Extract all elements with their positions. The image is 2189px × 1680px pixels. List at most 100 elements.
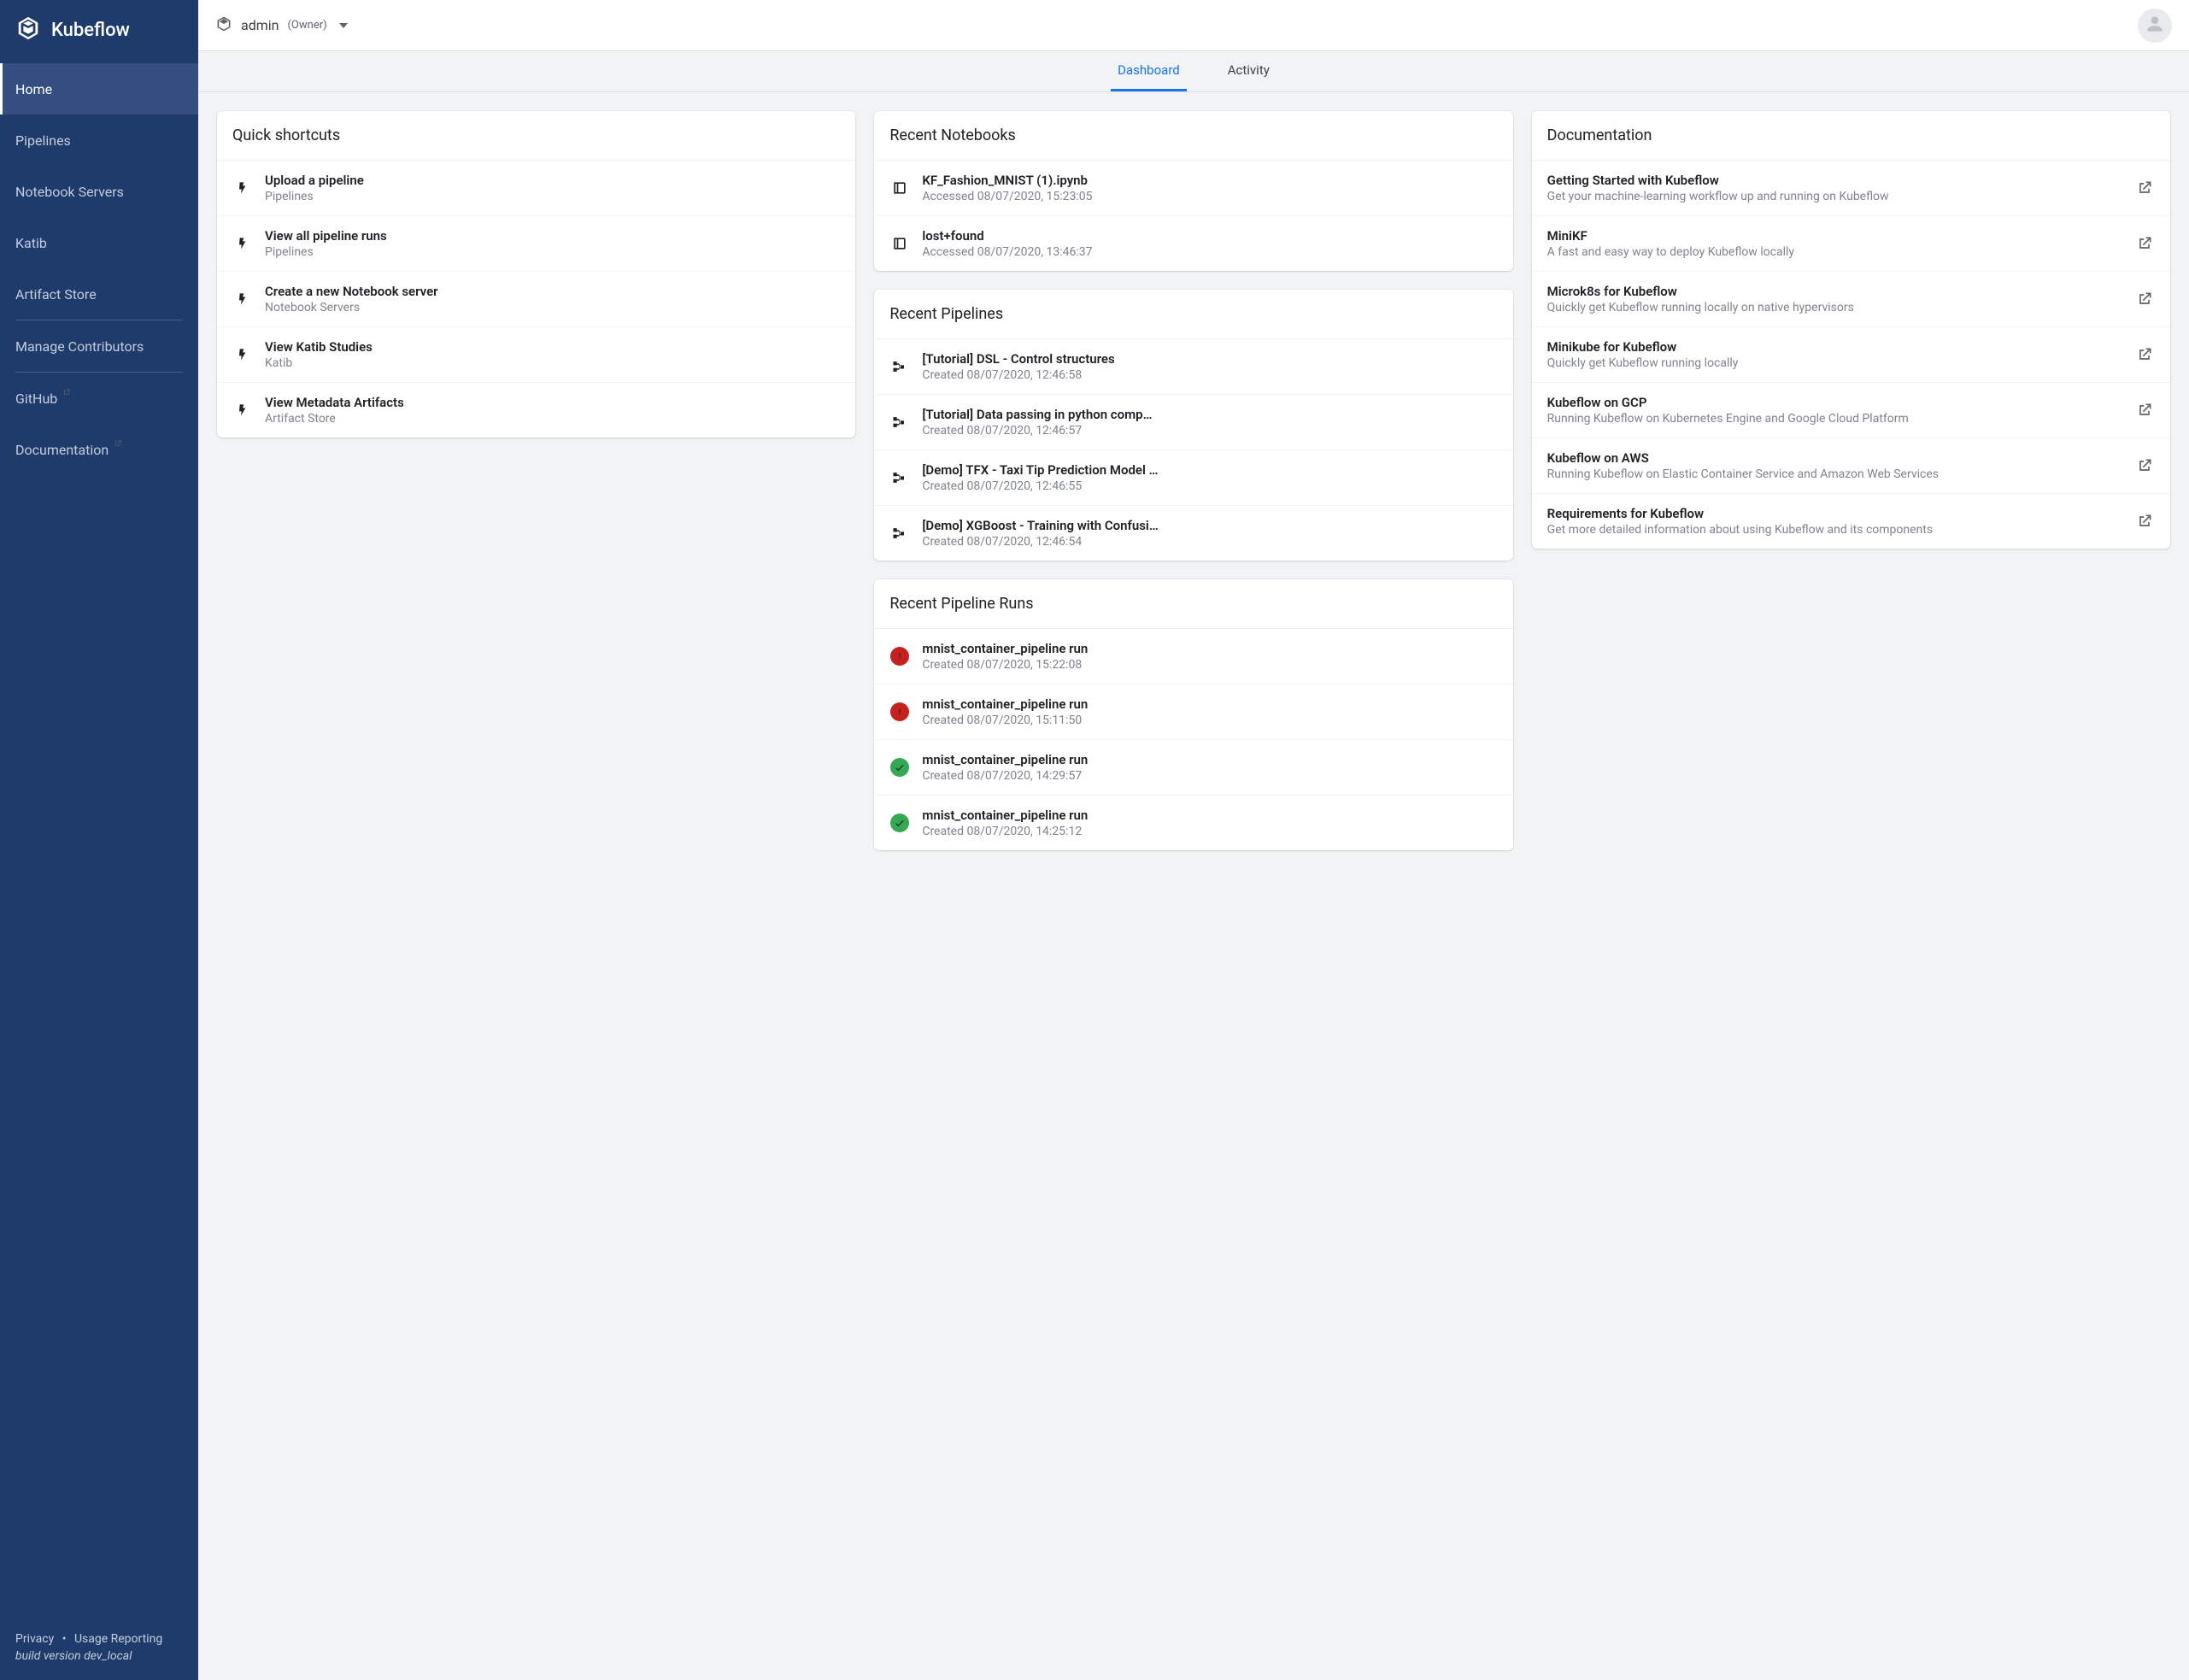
sidebar-item-pipelines[interactable]: Pipelines bbox=[0, 115, 198, 166]
tab-activity[interactable]: Activity bbox=[1221, 51, 1276, 91]
shortcut-item[interactable]: View Katib StudiesKatib bbox=[217, 326, 855, 382]
row-title: [Demo] TFX - Taxi Tip Prediction Model … bbox=[922, 462, 1497, 478]
sidebar-item-manage-contributors[interactable]: Manage Contributors bbox=[0, 320, 198, 372]
row-title: [Tutorial] DSL - Control structures bbox=[922, 351, 1497, 367]
sidebar-item-label: Manage Contributors bbox=[15, 338, 144, 355]
open-external-icon bbox=[2134, 455, 2155, 476]
row-title: Create a new Notebook server bbox=[265, 284, 840, 299]
row-title: Microk8s for Kubeflow bbox=[1547, 284, 2122, 299]
sidebar-item-label: Artifact Store bbox=[15, 286, 97, 303]
sidebar-item-github[interactable]: GitHub bbox=[0, 373, 198, 424]
pipeline-run-item[interactable]: mnist_container_pipeline run Created 08/0… bbox=[874, 684, 1512, 739]
pipeline-item[interactable]: [Tutorial] Data passing in python comp…C… bbox=[874, 394, 1512, 449]
row-subtitle: Created 08/07/2020, 12:46:57 bbox=[922, 424, 1497, 438]
status-success-icon bbox=[889, 757, 910, 778]
main: admin (Owner) Dashboard Activity Quick sh… bbox=[198, 0, 2189, 1680]
doc-link-item[interactable]: Microk8s for Kubeflow Quickly get Kubeflo… bbox=[1532, 271, 2170, 326]
row-title: mnist_container_pipeline run bbox=[922, 696, 1497, 712]
bolt-icon bbox=[232, 233, 253, 254]
row-title: [Demo] XGBoost - Training with Confusi… bbox=[922, 518, 1497, 533]
row-subtitle: Get more detailed information about usin… bbox=[1547, 523, 2122, 537]
doc-link-item[interactable]: Getting Started with KubeflowGet your ma… bbox=[1532, 161, 2170, 215]
row-title: View Katib Studies bbox=[265, 339, 840, 355]
status-error-icon bbox=[889, 646, 910, 667]
row-subtitle: Notebook Servers bbox=[265, 301, 840, 314]
row-subtitle: Running Kubeflow on Elastic Container Se… bbox=[1547, 467, 2122, 481]
doc-link-item[interactable]: Minikube for KubeflowQuickly get Kubeflo… bbox=[1532, 326, 2170, 382]
card-title: Documentation bbox=[1532, 111, 2170, 161]
row-title: Kubeflow on AWS bbox=[1547, 450, 2122, 466]
sidebar-item-katib[interactable]: Katib bbox=[0, 217, 198, 268]
recent-pipelines-card: Recent Pipelines [Tutorial] DSL - Contro… bbox=[874, 290, 1512, 561]
shortcut-item[interactable]: View Metadata ArtifactsArtifact Store bbox=[217, 382, 855, 438]
row-subtitle: Get your machine-learning workflow up an… bbox=[1547, 190, 2122, 203]
notebook-item[interactable]: KF_Fashion_MNIST (1).ipynbAccessed 08/07… bbox=[874, 161, 1512, 215]
namespace-name: admin bbox=[241, 17, 279, 33]
sidebar-item-label: Home bbox=[15, 81, 52, 97]
tab-dashboard[interactable]: Dashboard bbox=[1111, 51, 1187, 91]
sidebar-item-label: Pipelines bbox=[15, 132, 71, 149]
sidebar-item-label: Notebook Servers bbox=[15, 184, 124, 200]
recent-pipeline-runs-card: Recent Pipeline Runs mnist_container_pip… bbox=[874, 579, 1512, 850]
brand-name: Kubeflow bbox=[51, 20, 130, 41]
sidebar-footer: Privacy • Usage Reporting build version … bbox=[0, 1620, 198, 1680]
open-external-icon bbox=[2134, 344, 2155, 365]
row-title: MiniKF bbox=[1547, 228, 2122, 244]
shortcut-item[interactable]: Create a new Notebook server Notebook Ser… bbox=[217, 271, 855, 326]
external-link-icon bbox=[62, 388, 71, 399]
sidebar-item-home[interactable]: Home bbox=[0, 63, 198, 115]
pipeline-item[interactable]: [Tutorial] DSL - Control structuresCreat… bbox=[874, 339, 1512, 394]
sidebar: Kubeflow Home Pipelines Notebook Servers Ka… bbox=[0, 0, 198, 1680]
card-title: Recent Pipelines bbox=[874, 290, 1512, 339]
doc-link-item[interactable]: MiniKFA fast and easy way to deploy Kube… bbox=[1532, 215, 2170, 271]
row-subtitle: Pipelines bbox=[265, 245, 840, 259]
row-subtitle: Created 08/07/2020, 15:22:08 bbox=[922, 658, 1497, 672]
card-title: Recent Pipeline Runs bbox=[874, 579, 1512, 629]
pipeline-icon bbox=[889, 523, 910, 543]
chevron-down-icon bbox=[339, 23, 348, 28]
row-title: mnist_container_pipeline run bbox=[922, 752, 1497, 767]
row-subtitle: Quickly get Kubeflow running locally on … bbox=[1547, 301, 2122, 314]
pipeline-run-item[interactable]: mnist_container_pipeline run Created 08/0… bbox=[874, 629, 1512, 684]
pipeline-item[interactable]: [Demo] XGBoost - Training with Confusi…C… bbox=[874, 505, 1512, 561]
row-subtitle: Katib bbox=[265, 356, 840, 370]
row-title: Minikube for Kubeflow bbox=[1547, 339, 2122, 355]
pipeline-icon bbox=[889, 356, 910, 377]
namespace-selector[interactable]: admin (Owner) bbox=[215, 15, 348, 36]
user-icon bbox=[2144, 13, 2166, 38]
sidebar-nav: Home Pipelines Notebook Servers Katib Artifa… bbox=[0, 60, 198, 475]
sidebar-item-notebook-servers[interactable]: Notebook Servers bbox=[0, 166, 198, 217]
row-subtitle: Quickly get Kubeflow running locally bbox=[1547, 356, 2122, 370]
row-subtitle: Created 08/07/2020, 12:46:58 bbox=[922, 368, 1497, 382]
sidebar-item-documentation[interactable]: Documentation bbox=[0, 424, 198, 475]
privacy-link[interactable]: Privacy bbox=[15, 1632, 54, 1646]
avatar[interactable] bbox=[2138, 9, 2172, 43]
content: Quick shortcuts Upload a pipelinePipelin… bbox=[198, 92, 2189, 1680]
doc-link-item[interactable]: Kubeflow on GCPRunning Kubeflow on Kuber… bbox=[1532, 382, 2170, 438]
shortcut-item[interactable]: View all pipeline runsPipelines bbox=[217, 215, 855, 271]
row-subtitle: Created 08/07/2020, 15:11:50 bbox=[922, 714, 1497, 727]
sidebar-item-label: Katib bbox=[15, 235, 47, 251]
open-external-icon bbox=[2134, 511, 2155, 532]
doc-link-item[interactable]: Requirements for KubeflowGet more detail… bbox=[1532, 493, 2170, 549]
pipeline-icon bbox=[889, 412, 910, 432]
row-subtitle: A fast and easy way to deploy Kubeflow l… bbox=[1547, 245, 2122, 259]
status-error-icon bbox=[889, 702, 910, 722]
row-subtitle: Accessed 08/07/2020, 15:23:05 bbox=[922, 190, 1497, 203]
open-external-icon bbox=[2134, 400, 2155, 420]
usage-reporting-link[interactable]: Usage Reporting bbox=[74, 1632, 162, 1646]
notebook-icon bbox=[889, 178, 910, 198]
external-link-icon bbox=[114, 439, 122, 450]
pipeline-run-item[interactable]: mnist_container_pipeline runCreated 08/0… bbox=[874, 739, 1512, 795]
row-title: mnist_container_pipeline run bbox=[922, 641, 1497, 656]
doc-link-item[interactable]: Kubeflow on AWSRunning Kubeflow on Elast… bbox=[1532, 438, 2170, 493]
sidebar-item-artifact-store[interactable]: Artifact Store bbox=[0, 268, 198, 320]
pipeline-item[interactable]: [Demo] TFX - Taxi Tip Prediction Model …… bbox=[874, 449, 1512, 505]
notebook-item[interactable]: lost+foundAccessed 08/07/2020, 13:46:37 bbox=[874, 215, 1512, 271]
shortcut-item[interactable]: Upload a pipelinePipelines bbox=[217, 161, 855, 215]
pipeline-run-item[interactable]: mnist_container_pipeline runCreated 08/0… bbox=[874, 795, 1512, 850]
brand[interactable]: Kubeflow bbox=[0, 0, 198, 60]
kubeflow-logo-icon bbox=[15, 15, 41, 44]
status-success-icon bbox=[889, 813, 910, 833]
quick-shortcuts-card: Quick shortcuts Upload a pipelinePipelin… bbox=[217, 111, 855, 438]
